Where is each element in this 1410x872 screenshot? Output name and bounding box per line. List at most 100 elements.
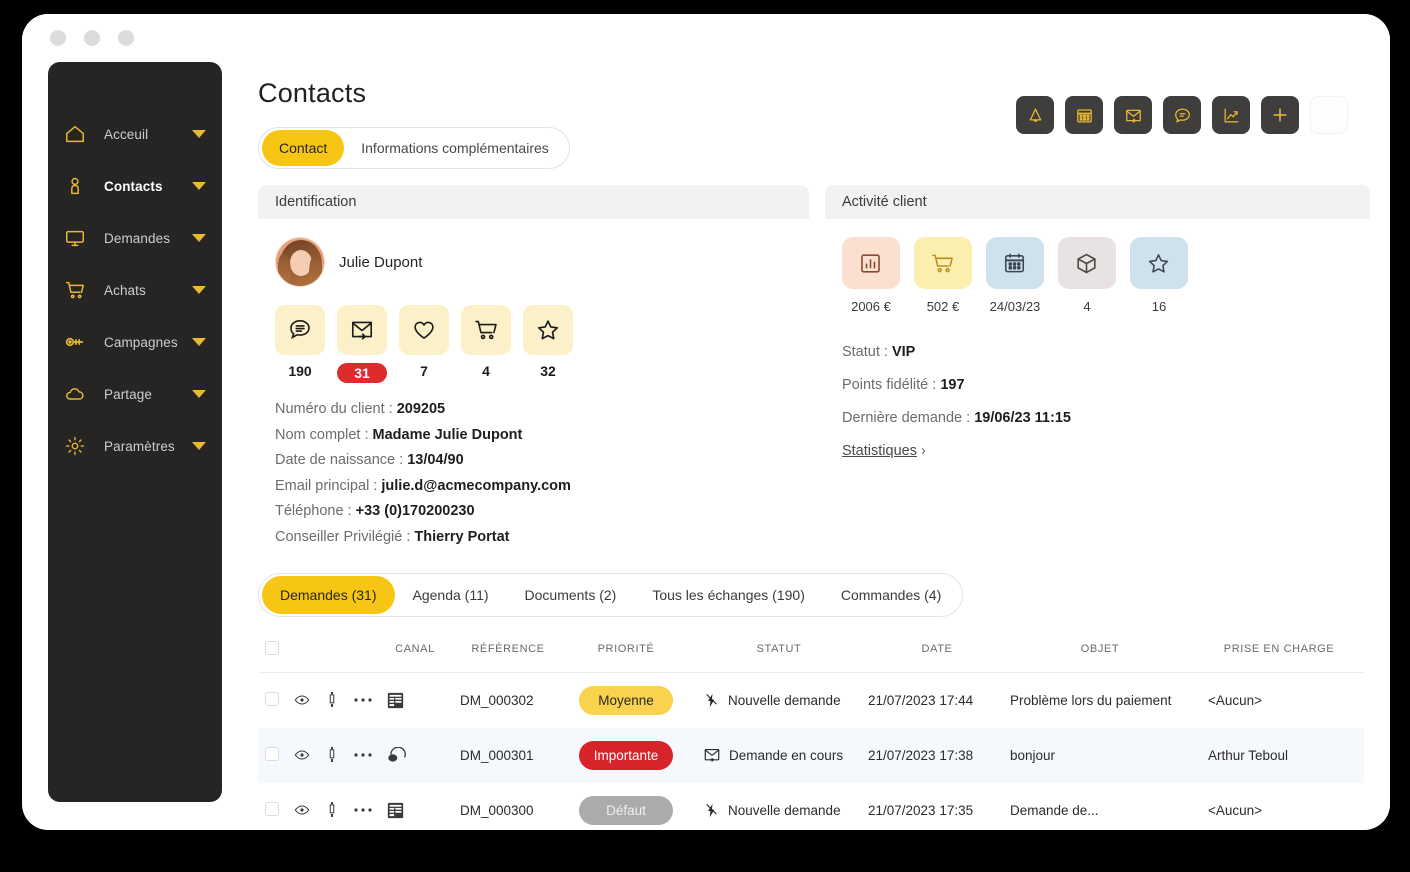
stat-emails: 31 (337, 305, 387, 383)
row-status-cell: Nouvelle demande (690, 783, 868, 830)
col-prise-en-charge[interactable]: PRISE EN CHARGE (1194, 630, 1364, 673)
more-options-icon[interactable] (354, 752, 372, 758)
row-date: 21/07/2023 17:44 (868, 692, 974, 708)
stat-value: 7 (420, 363, 428, 379)
window-dot-minimize[interactable] (50, 30, 66, 46)
star-icon[interactable] (1129, 237, 1188, 289)
sidebar-item-demandes[interactable]: Demandes (48, 212, 222, 264)
row-status-label: Nouvelle demande (728, 802, 841, 818)
cart-icon[interactable] (913, 237, 972, 289)
sidebar-item-achats[interactable]: Achats (48, 264, 222, 316)
field-points-fidelite: Points fidélité : 197 (842, 369, 1368, 402)
eye-icon[interactable] (294, 692, 310, 708)
field-label: Email principal : (275, 477, 378, 494)
stat-achats: 4 (461, 305, 511, 383)
row-checkbox[interactable] (265, 746, 279, 761)
chevron-down-icon[interactable] (192, 234, 206, 242)
col-canal[interactable]: CANAL (376, 630, 454, 673)
tab-documents[interactable]: Documents (2) (507, 576, 635, 614)
star-icon[interactable] (523, 305, 573, 355)
calendar-icon[interactable] (1065, 96, 1103, 134)
row-checkbox[interactable] (265, 691, 279, 706)
row-priority-cell: Moyenne (562, 672, 690, 728)
col-statut[interactable]: STATUT (690, 630, 868, 673)
field-value: +33 (0)170200230 (355, 503, 475, 520)
field-label: Téléphone : (275, 503, 352, 520)
sidebar-item-contacts[interactable]: Contacts (48, 160, 222, 212)
chat-icon[interactable] (1163, 96, 1201, 134)
cart-icon (64, 278, 90, 302)
chevron-down-icon[interactable] (192, 130, 206, 138)
sidebar-item-campagnes[interactable]: Campagnes (48, 316, 222, 368)
row-reference: DM_000302 (460, 692, 534, 708)
statistiques-link[interactable]: Statistiques › (842, 443, 926, 459)
box-icon[interactable] (1057, 237, 1116, 289)
blank-icon[interactable] (1310, 96, 1348, 134)
chevron-down-icon[interactable] (192, 182, 206, 190)
segment-informations-complementaires[interactable]: Informations complémentaires (344, 130, 566, 166)
sidebar-item-partage[interactable]: Partage (48, 368, 222, 420)
more-options-icon[interactable] (354, 807, 372, 813)
tab-tous-les-echanges[interactable]: Tous les échanges (190) (634, 576, 823, 614)
row-select-cell (258, 783, 286, 830)
pen-icon[interactable] (325, 747, 339, 763)
sidebar-item-label: Demandes (104, 230, 171, 246)
field-value: 13/04/90 (407, 452, 464, 469)
table-row[interactable]: DM_000301 Importante Demande en cours 21… (258, 727, 1364, 783)
activity-caption: 4 (1083, 299, 1091, 314)
table-row[interactable]: DM_000302 Moyenne Nouvelle demande 21/07… (258, 672, 1364, 728)
identification-body: Julie Dupont 190 31 7 4 32 Numéro du cli… (258, 219, 809, 551)
row-actions-cell (286, 783, 404, 830)
activity-tiles: 2006 € 502 € 24/03/23 4 16 (841, 237, 1368, 314)
segment-contact[interactable]: Contact (262, 130, 345, 166)
bar-chart-icon[interactable] (841, 237, 900, 289)
avatar (275, 237, 325, 287)
sidebar-item-parametres[interactable]: Paramètres (48, 420, 222, 472)
activity-tile-points: 16 (1129, 237, 1188, 314)
mail-forward-icon[interactable] (337, 305, 387, 355)
heart-icon[interactable] (399, 305, 449, 355)
col-reference[interactable]: RÉFÉRENCE (454, 630, 562, 673)
sidebar-item-acceuil[interactable]: Acceuil (48, 108, 222, 160)
sidebar-item-label: Partage (104, 386, 152, 402)
eye-icon[interactable] (294, 747, 310, 763)
field-value: 209205 (396, 401, 446, 417)
pen-icon[interactable] (325, 692, 339, 708)
key-icon (64, 330, 90, 354)
col-objet[interactable]: OBJET (1006, 630, 1194, 673)
chevron-down-icon[interactable] (192, 442, 206, 450)
bell-icon[interactable] (1016, 96, 1054, 134)
row-checkbox[interactable] (265, 801, 279, 816)
col-priorite[interactable]: PRIORITÉ (562, 630, 690, 673)
select-all-checkbox[interactable] (265, 640, 279, 655)
eye-icon[interactable] (294, 802, 310, 818)
mail-icon[interactable] (1114, 96, 1152, 134)
sidebar-item-label: Contacts (104, 178, 163, 194)
chevron-down-icon[interactable] (192, 390, 206, 398)
more-options-icon[interactable] (354, 697, 372, 703)
row-date: 21/07/2023 17:38 (868, 727, 1006, 783)
tab-commandes[interactable]: Commandes (4) (823, 576, 959, 614)
chevron-down-icon[interactable] (192, 338, 206, 346)
tab-demandes[interactable]: Demandes (31) (262, 575, 395, 614)
main-content: Contacts Contact Informations complément… (222, 62, 1390, 830)
window-dot-maximize[interactable] (84, 30, 100, 46)
chat-bubble-icon[interactable] (275, 305, 325, 355)
window-dot-close[interactable] (118, 30, 134, 46)
form-icon[interactable] (387, 802, 404, 819)
calendar-icon[interactable] (985, 237, 1044, 289)
form-icon[interactable] (387, 692, 404, 709)
tab-agenda[interactable]: Agenda (11) (395, 576, 507, 614)
cart-icon[interactable] (461, 305, 511, 355)
field-numero-client: Numéro du client : 209205 (275, 397, 807, 423)
plus-icon[interactable] (1261, 96, 1299, 134)
chart-icon[interactable] (1212, 96, 1250, 134)
col-date[interactable]: DATE (868, 630, 1006, 673)
pen-icon[interactable] (325, 802, 339, 818)
row-status-label: Nouvelle demande (728, 692, 841, 708)
table-row[interactable]: DM_000300 Défaut Nouvelle demande 21/07/… (258, 783, 1364, 830)
chevron-down-icon[interactable] (192, 286, 206, 294)
headset-icon[interactable] (387, 746, 407, 764)
app-window: Acceuil Contacts Demandes Achats Campagn… (22, 14, 1390, 830)
stat-etoiles: 32 (523, 305, 573, 383)
